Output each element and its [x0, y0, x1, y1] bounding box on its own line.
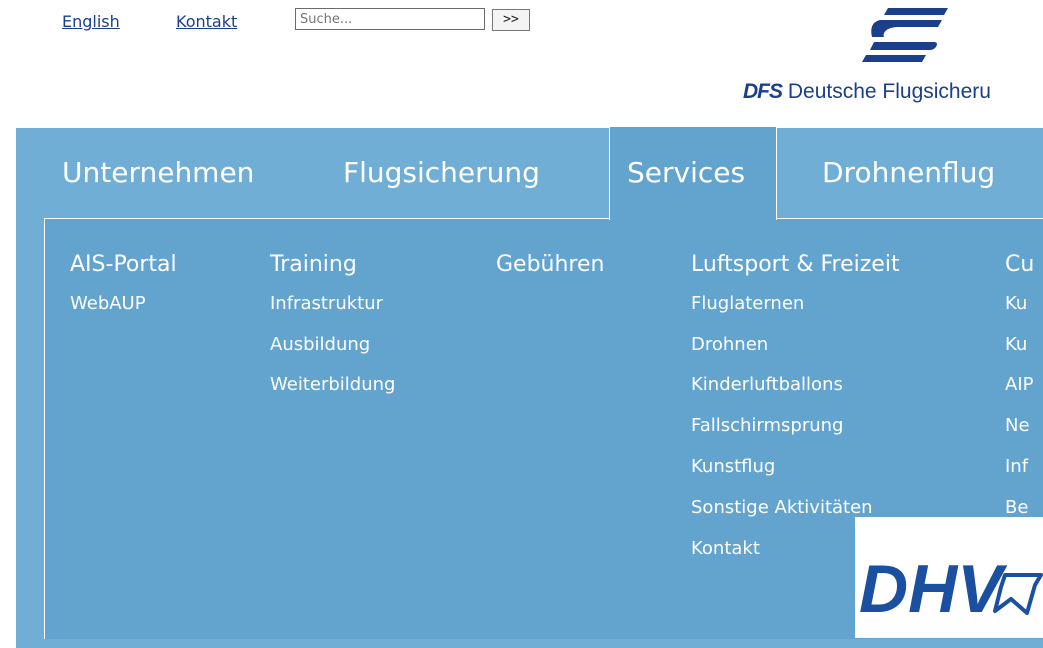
menu-col5-item-1[interactable]: Ku: [1005, 293, 1027, 314]
menu-kunstflug[interactable]: Kunstflug: [691, 456, 775, 477]
menu-kinderluftballons[interactable]: Kinderluftballons: [691, 374, 843, 395]
menu-fluglaternen[interactable]: Fluglaternen: [691, 293, 804, 314]
dhv-logo-icon: DHV: [859, 551, 1043, 627]
dhv-badge: DHV: [855, 517, 1043, 638]
menu-col5-head[interactable]: Cu: [1005, 252, 1034, 277]
tab-drohnenflug[interactable]: Drohnenflug: [822, 156, 995, 189]
tab-unternehmen[interactable]: Unternehmen: [62, 156, 254, 189]
tab-services[interactable]: Services: [627, 156, 745, 189]
dfs-logo-text: DFS Deutsche Flugsicheru: [743, 80, 991, 104]
menu-col5-item-3[interactable]: AIP: [1005, 374, 1033, 395]
menu-ais-portal[interactable]: AIS-Portal: [70, 252, 177, 277]
menu-col5-item-2[interactable]: Ku: [1005, 334, 1027, 355]
menu-col5-item-4[interactable]: Ne: [1005, 415, 1030, 436]
dfs-logo-icon: [862, 8, 948, 62]
menu-ausbildung[interactable]: Ausbildung: [270, 334, 370, 355]
menu-sonstige-aktivitaeten[interactable]: Sonstige Aktivitäten: [691, 497, 873, 518]
search-input[interactable]: [295, 8, 485, 30]
dhv-logo-text: DHV: [859, 551, 1008, 627]
menu-gebuehren[interactable]: Gebühren: [496, 252, 604, 277]
menu-infrastruktur[interactable]: Infrastruktur: [270, 293, 383, 314]
menu-webaup[interactable]: WebAUP: [70, 293, 146, 314]
menu-col5-item-5[interactable]: Inf: [1005, 456, 1028, 477]
menu-training[interactable]: Training: [270, 252, 357, 277]
english-link[interactable]: English: [62, 12, 120, 31]
menu-drohnen[interactable]: Drohnen: [691, 334, 768, 355]
dfs-logo-abbr: DFS: [743, 80, 783, 103]
menu-fallschirmsprung[interactable]: Fallschirmsprung: [691, 415, 843, 436]
kontakt-link[interactable]: Kontakt: [176, 12, 237, 31]
menu-col5-item-6[interactable]: Be: [1005, 497, 1028, 518]
tab-flugsicherung[interactable]: Flugsicherung: [343, 156, 540, 189]
menu-kontakt[interactable]: Kontakt: [691, 538, 760, 559]
dfs-logo-name: Deutsche Flugsicheru: [787, 80, 991, 103]
menu-weiterbildung[interactable]: Weiterbildung: [270, 374, 395, 395]
search-button[interactable]: >>: [492, 9, 530, 31]
menu-luftsport-freizeit[interactable]: Luftsport & Freizeit: [691, 252, 900, 277]
